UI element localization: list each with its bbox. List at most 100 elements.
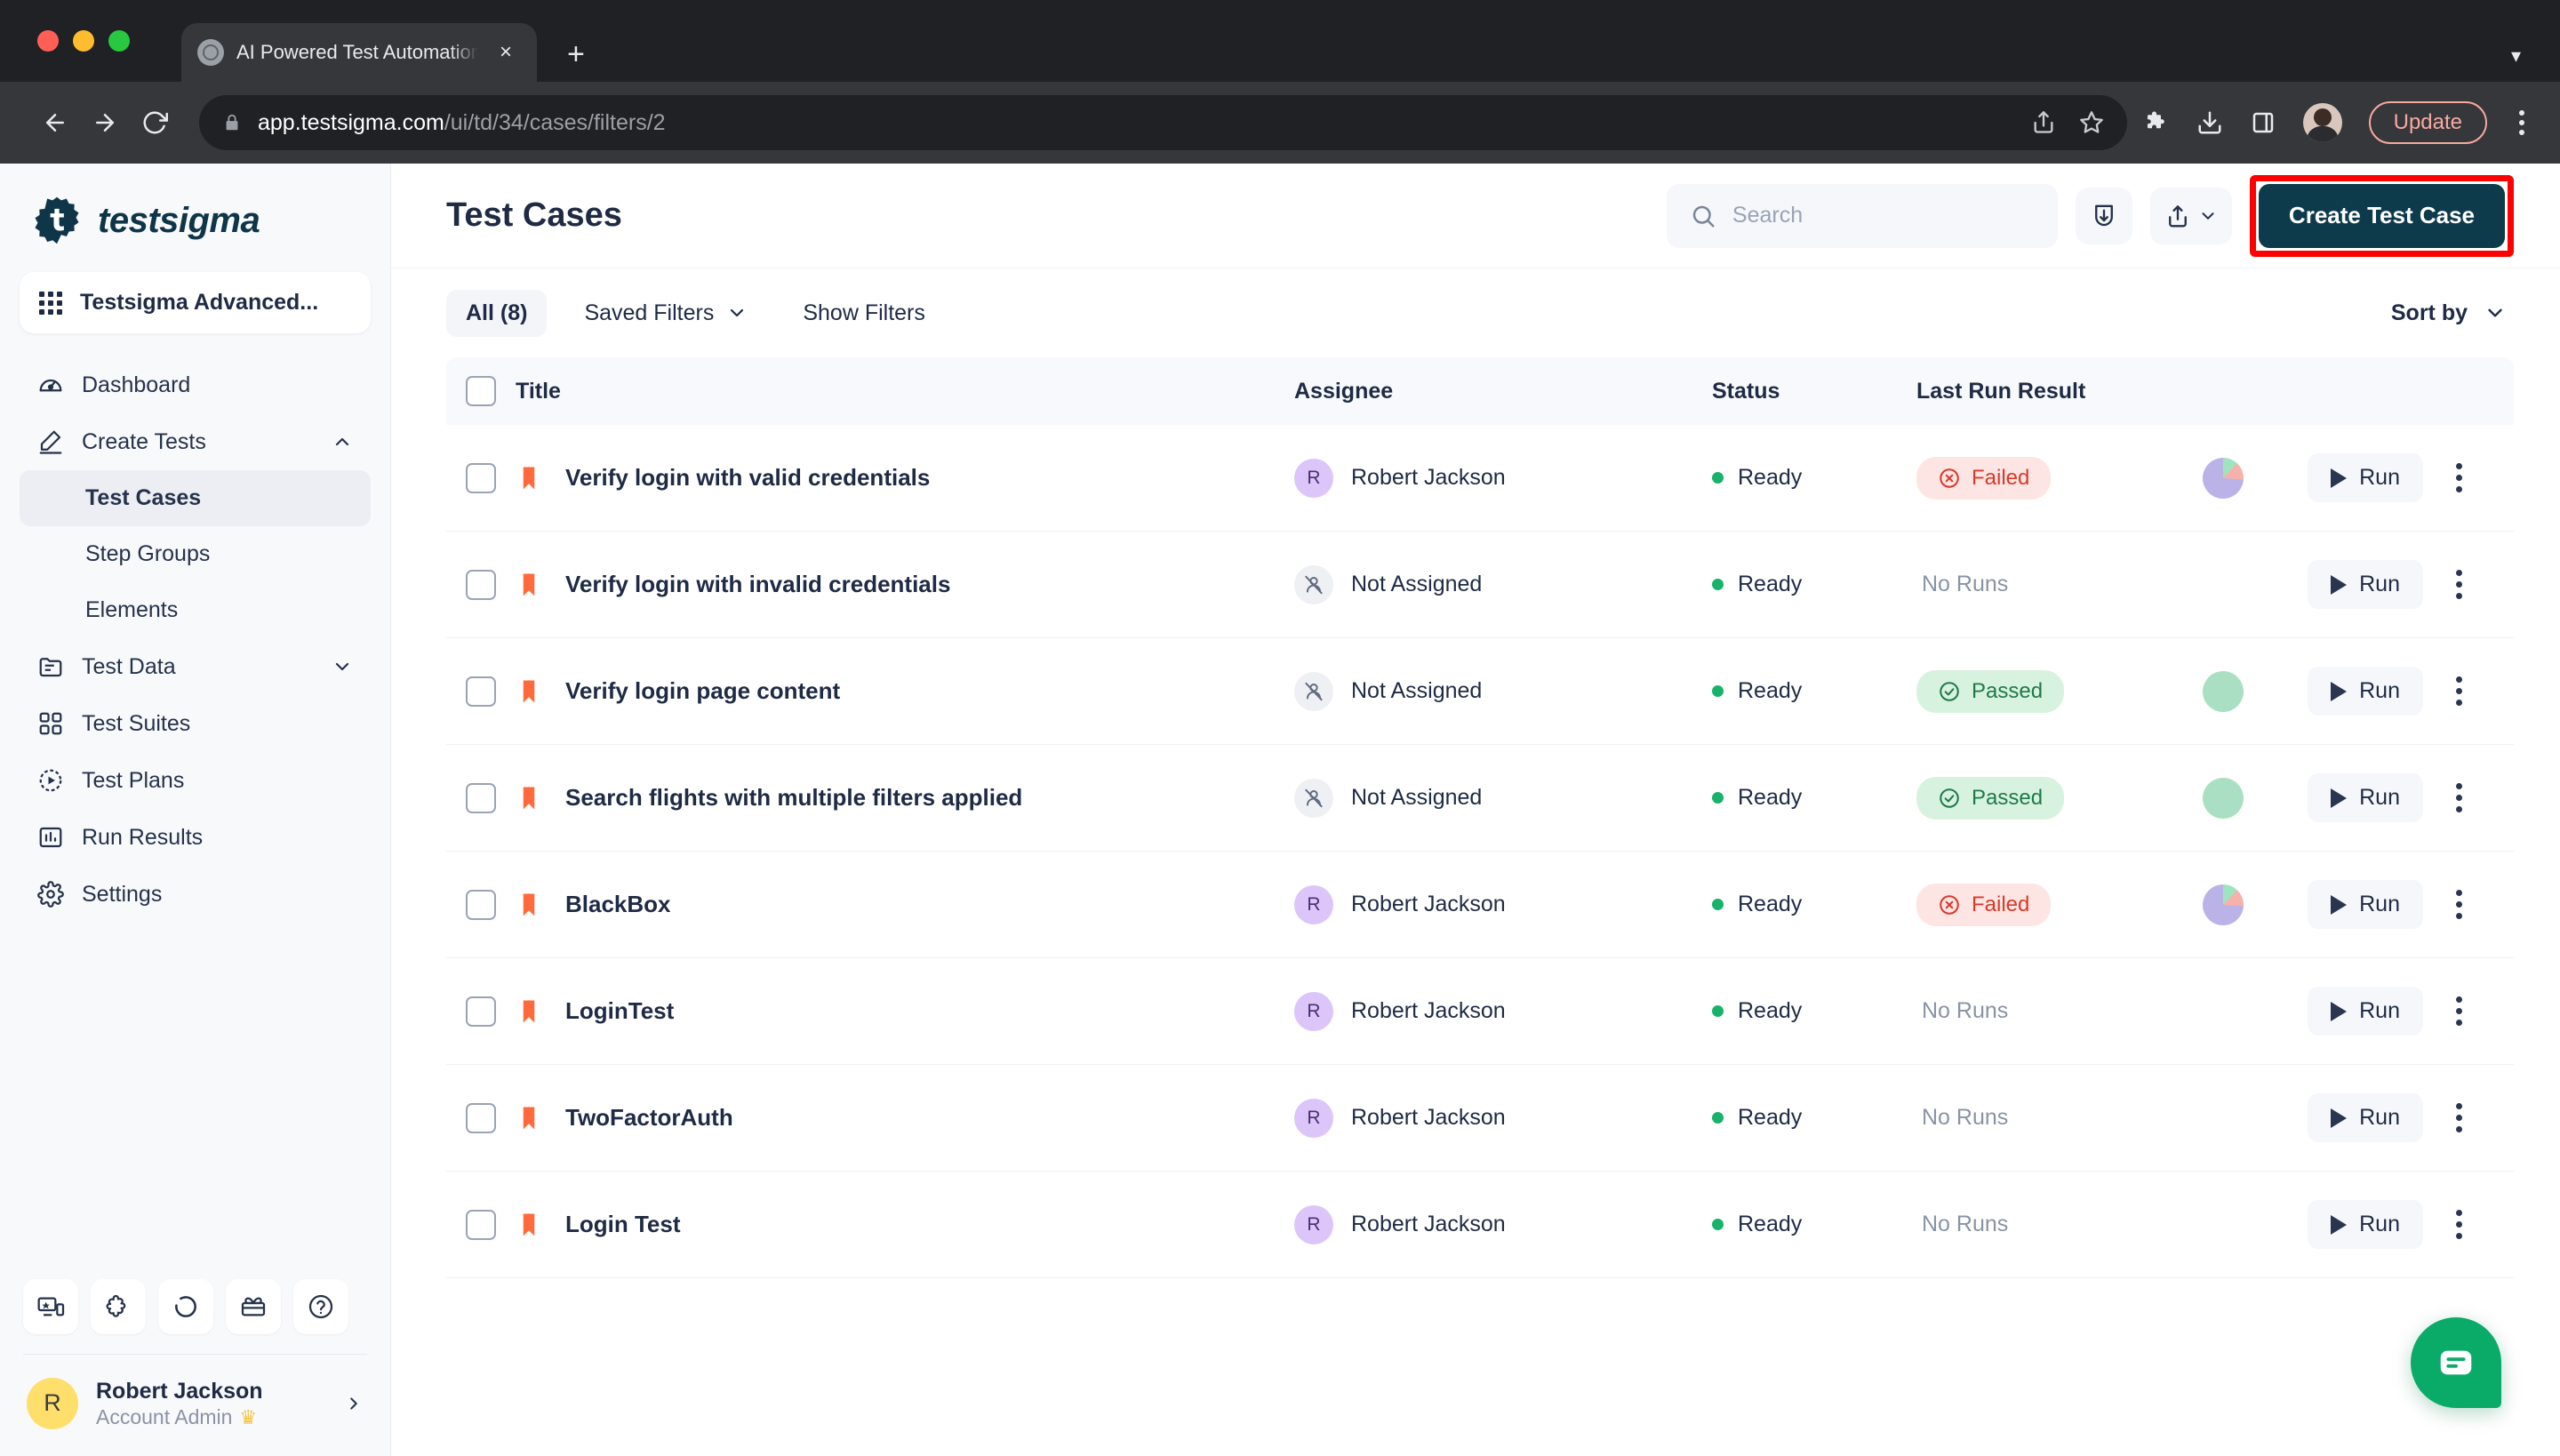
chevron-down-icon[interactable] <box>332 656 353 677</box>
sidebar-item-settings[interactable]: Settings <box>20 866 371 923</box>
reload-button[interactable] <box>130 98 180 148</box>
table-row[interactable]: Login Test R Robert Jackson Ready No Run… <box>446 1172 2514 1278</box>
sidebar-item-run-results[interactable]: Run Results <box>20 809 371 866</box>
progress-button[interactable] <box>158 1278 213 1334</box>
chat-widget-button[interactable] <box>2411 1317 2501 1408</box>
table-row[interactable]: Verify login page content Not Assigned R… <box>446 638 2514 745</box>
table-row[interactable]: BlackBox R Robert Jackson Ready Failed R… <box>446 852 2514 958</box>
assignee-cell[interactable]: Not Assigned <box>1294 564 1712 604</box>
run-button[interactable]: Run <box>2308 560 2423 609</box>
sidebar-item-create-tests[interactable]: Create Tests <box>20 413 371 470</box>
chevron-down-icon[interactable] <box>2198 206 2218 226</box>
table-row[interactable]: Verify login with valid credentials R Ro… <box>446 425 2514 532</box>
user-profile[interactable]: R Robert Jackson Account Admin ♛ <box>20 1355 371 1456</box>
bookmark-star-icon[interactable] <box>2079 110 2104 135</box>
test-case-title[interactable]: Verify login page content <box>565 677 1294 705</box>
test-case-title[interactable]: Login Test <box>565 1211 1294 1238</box>
tab-list-chevron-icon[interactable]: ▾ <box>2511 44 2521 68</box>
sort-by-button[interactable]: Sort by <box>2391 300 2514 326</box>
assignee-cell[interactable]: R Robert Jackson <box>1294 1204 1712 1244</box>
saved-filters-button[interactable]: Saved Filters <box>566 290 765 337</box>
back-button[interactable] <box>30 98 80 148</box>
sidebar-item-test-suites[interactable]: Test Suites <box>20 695 371 752</box>
extensions-button[interactable] <box>91 1278 146 1334</box>
run-button[interactable]: Run <box>2308 880 2423 929</box>
row-checkbox[interactable] <box>466 1209 496 1240</box>
maximize-window-button[interactable] <box>108 30 130 52</box>
row-menu-button[interactable] <box>2449 989 2469 1033</box>
sidebar-item-test-cases[interactable]: Test Cases <box>20 470 371 526</box>
select-all-checkbox[interactable] <box>466 376 496 406</box>
assignee-cell[interactable]: R Robert Jackson <box>1294 991 1712 1031</box>
minimize-window-button[interactable] <box>73 30 94 52</box>
row-menu-button[interactable] <box>2449 776 2469 820</box>
row-menu-button[interactable] <box>2449 563 2469 606</box>
row-checkbox[interactable] <box>466 782 496 813</box>
browser-menu-button[interactable] <box>2514 110 2530 135</box>
update-button[interactable]: Update <box>2368 101 2487 144</box>
share-icon[interactable] <box>2031 110 2056 135</box>
test-case-title[interactable]: Search flights with multiple filters app… <box>565 784 1294 812</box>
assignee-cell[interactable]: R Robert Jackson <box>1294 1098 1712 1138</box>
sidebar-item-test-data[interactable]: Test Data <box>20 638 371 695</box>
run-button[interactable]: Run <box>2308 1200 2423 1249</box>
table-row[interactable]: TwoFactorAuth R Robert Jackson Ready No … <box>446 1065 2514 1172</box>
row-menu-button[interactable] <box>2449 883 2469 926</box>
chevron-up-icon[interactable] <box>332 431 353 452</box>
assignee-cell[interactable]: Not Assigned <box>1294 671 1712 711</box>
search-input[interactable] <box>1732 203 2035 228</box>
row-menu-button[interactable] <box>2449 1096 2469 1140</box>
create-test-case-button[interactable]: Create Test Case <box>2258 183 2505 248</box>
row-checkbox[interactable] <box>466 676 496 707</box>
sidebar-item-step-groups[interactable]: Step Groups <box>20 526 371 582</box>
column-header-title[interactable]: Title <box>516 379 1294 404</box>
sidebar-item-dashboard[interactable]: Dashboard <box>20 356 371 413</box>
close-tab-icon[interactable]: × <box>491 40 521 65</box>
row-checkbox[interactable] <box>466 462 496 493</box>
browser-tab[interactable]: AI Powered Test Automation Pla × <box>181 23 537 82</box>
row-checkbox[interactable] <box>466 996 496 1027</box>
run-button[interactable]: Run <box>2308 987 2423 1036</box>
row-checkbox[interactable] <box>466 889 496 920</box>
help-button[interactable] <box>293 1278 348 1334</box>
close-window-button[interactable] <box>37 30 59 52</box>
brand-logo[interactable]: testsigma <box>0 164 390 265</box>
import-button[interactable] <box>2075 187 2132 244</box>
forward-button[interactable] <box>80 98 130 148</box>
test-case-title[interactable]: Verify login with valid credentials <box>565 464 1294 492</box>
table-row[interactable]: Verify login with invalid credentials No… <box>446 532 2514 638</box>
sidebar-item-test-plans[interactable]: Test Plans <box>20 752 371 809</box>
column-header-assignee[interactable]: Assignee <box>1294 379 1712 404</box>
row-menu-button[interactable] <box>2449 1203 2469 1246</box>
row-menu-button[interactable] <box>2449 456 2469 500</box>
column-header-status[interactable]: Status <box>1712 379 1916 404</box>
test-case-title[interactable]: LoginTest <box>565 997 1294 1025</box>
run-button[interactable]: Run <box>2308 773 2423 822</box>
chevron-right-icon[interactable] <box>344 1394 364 1413</box>
filter-all-chip[interactable]: All (8) <box>446 289 548 337</box>
sidebar-item-elements[interactable]: Elements <box>20 582 371 638</box>
row-checkbox[interactable] <box>466 1102 496 1133</box>
browser-profile-avatar[interactable] <box>2302 103 2342 142</box>
assignee-cell[interactable]: R Robert Jackson <box>1294 884 1712 924</box>
run-button[interactable]: Run <box>2308 667 2423 716</box>
project-switcher[interactable]: Testsigma Advanced... <box>20 272 371 333</box>
test-case-title[interactable]: Verify login with invalid credentials <box>565 571 1294 598</box>
run-button[interactable]: Run <box>2308 1093 2423 1142</box>
run-button[interactable]: Run <box>2308 453 2423 502</box>
side-panel-icon[interactable] <box>2250 109 2276 136</box>
address-bar[interactable]: app.testsigma.com/ui/td/34/cases/filters… <box>199 95 2127 150</box>
row-menu-button[interactable] <box>2449 669 2469 713</box>
download-icon[interactable] <box>2196 109 2223 136</box>
row-checkbox[interactable] <box>466 569 496 600</box>
test-case-title[interactable]: TwoFactorAuth <box>565 1104 1294 1132</box>
table-row[interactable]: LoginTest R Robert Jackson Ready No Runs… <box>446 958 2514 1065</box>
show-filters-button[interactable]: Show Filters <box>785 290 943 337</box>
test-case-title[interactable]: BlackBox <box>565 891 1294 918</box>
search-box[interactable] <box>1666 183 2058 248</box>
table-row[interactable]: Search flights with multiple filters app… <box>446 745 2514 852</box>
new-tab-button[interactable]: + <box>567 39 585 69</box>
extensions-puzzle-icon[interactable] <box>2143 109 2170 136</box>
devices-button[interactable] <box>23 1278 78 1334</box>
export-button[interactable] <box>2149 187 2232 244</box>
